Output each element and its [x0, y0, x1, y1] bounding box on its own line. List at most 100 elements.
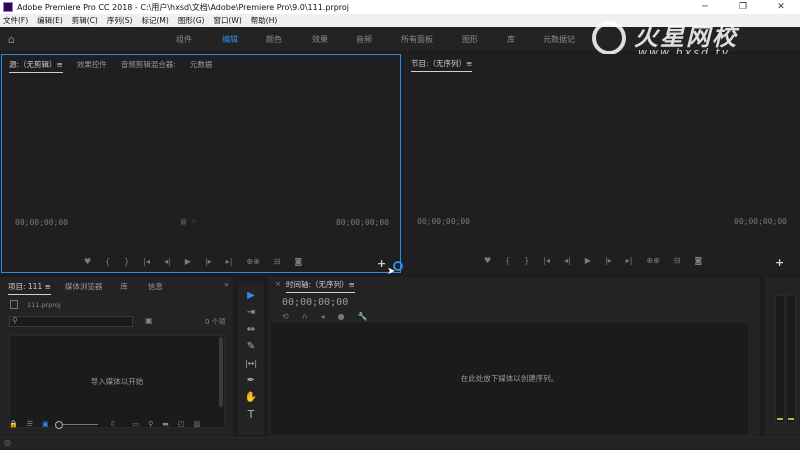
workspace-effects[interactable]: 效果: [312, 34, 328, 45]
search-icon: ⚲: [12, 316, 18, 325]
razor-tool-icon[interactable]: ✎: [243, 340, 259, 352]
pen-tool-icon[interactable]: ✒: [243, 374, 259, 386]
hand-tool-icon[interactable]: ✋: [243, 391, 259, 403]
panel-overflow-button[interactable]: »: [224, 280, 229, 289]
step-back-icon[interactable]: ◂|: [164, 257, 171, 266]
lift-icon[interactable]: ⊕⊕: [646, 256, 659, 265]
menu-graphics[interactable]: 图形(G): [178, 15, 205, 26]
tab-program[interactable]: 节目:（无序列）≡: [411, 58, 473, 72]
go-to-in-icon[interactable]: |◂: [543, 256, 550, 265]
tab-effect-controls[interactable]: 效果控件: [77, 59, 107, 70]
project-file-name: 111.prproj: [27, 301, 61, 309]
tab-media-browser[interactable]: 媒体浏览器: [65, 281, 103, 292]
workspace-graphics[interactable]: 图形: [462, 34, 478, 45]
selection-tool-icon[interactable]: ▶: [243, 289, 259, 301]
mark-out-icon[interactable]: }: [124, 257, 129, 266]
menu-help[interactable]: 帮助(H): [251, 15, 278, 26]
source-playhead-timecode[interactable]: 00;00;00;00: [15, 218, 68, 227]
tab-libraries[interactable]: 库: [120, 281, 128, 292]
sort-icon[interactable]: ⇳: [110, 420, 116, 428]
workspace-color[interactable]: 颜色: [266, 34, 282, 45]
overwrite-icon[interactable]: ⊟: [274, 257, 281, 266]
step-forward-icon[interactable]: |▸: [205, 257, 212, 266]
menu-file[interactable]: 文件(F): [3, 15, 28, 26]
add-marker-icon[interactable]: ♥: [484, 256, 491, 265]
new-bin-icon[interactable]: ▬: [162, 420, 169, 428]
workspace-audio[interactable]: 音频: [356, 34, 372, 45]
timeline-panel: × 时间轴:（无序列）≡ 00;00;00;00 ⟲ ∩ ◂ ● 🔧 在此处放下…: [268, 277, 760, 437]
extract-icon[interactable]: ⊟: [674, 256, 681, 265]
audio-meter-right: [786, 295, 796, 423]
automate-to-sequence-icon[interactable]: ▭: [133, 420, 140, 428]
slip-tool-icon[interactable]: |↔|: [243, 357, 259, 369]
menu-clip[interactable]: 剪辑(C): [72, 15, 98, 26]
zoom-slider[interactable]: [54, 420, 98, 429]
menu-edit[interactable]: 编辑(E): [37, 15, 63, 26]
audio-meter-left: [775, 295, 785, 423]
mark-out-icon[interactable]: }: [524, 256, 529, 265]
go-to-in-icon[interactable]: |◂: [143, 257, 150, 266]
close-button[interactable]: ✕: [762, 0, 800, 14]
play-icon[interactable]: ▶: [185, 257, 191, 266]
mark-in-icon[interactable]: {: [505, 256, 510, 265]
project-import-area[interactable]: 导入媒体以开始: [9, 335, 225, 428]
home-icon[interactable]: ⌂: [8, 33, 15, 46]
play-icon[interactable]: ▶: [585, 256, 591, 265]
project-item-count: 0 个项: [205, 318, 226, 326]
insert-icon[interactable]: ⊕⊕: [246, 257, 259, 266]
tab-project[interactable]: 项目: 111 ≡: [8, 281, 51, 295]
tab-metadata[interactable]: 元数据: [190, 59, 213, 70]
go-to-out-icon[interactable]: ▸|: [626, 256, 633, 265]
mark-in-icon[interactable]: {: [105, 257, 110, 266]
add-marker-icon[interactable]: ●: [338, 312, 345, 321]
status-bar: ◎: [0, 437, 800, 450]
clear-icon[interactable]: ▥: [194, 420, 201, 428]
project-search-input[interactable]: ⚲: [9, 316, 133, 327]
find-icon[interactable]: ⚲: [148, 420, 153, 428]
tab-source[interactable]: 源:（无剪辑）≡: [9, 59, 63, 73]
menu-sequence[interactable]: 序列(S): [107, 15, 133, 26]
tab-timeline[interactable]: 时间轴:（无序列）≡: [286, 279, 355, 293]
timeline-drop-area[interactable]: 在此处放下媒体以创建序列。: [271, 323, 748, 434]
source-monitor-panel: 源:（无剪辑）≡ 效果控件 音频剪辑混合器: 元数据 00;00;00;00 ▤…: [1, 54, 403, 277]
wrench-icon[interactable]: 🔧: [358, 312, 368, 321]
workspace-editing[interactable]: 编辑: [222, 34, 238, 45]
workspace-all-panels[interactable]: 所有面板: [401, 34, 433, 45]
workspace-assembly[interactable]: 组件: [176, 34, 192, 45]
source-transport-controls: ♥ { } |◂ ◂| ▶ |▸ ▸| ⊕⊕ ⊟ ◙: [84, 257, 316, 266]
timeline-timecode[interactable]: 00;00;00;00: [282, 297, 348, 308]
source-add-button[interactable]: +: [377, 257, 386, 270]
project-scrollbar[interactable]: [219, 337, 223, 407]
workspace-libraries[interactable]: 库: [507, 34, 515, 45]
lock-icon[interactable]: 🔒: [9, 420, 18, 428]
step-forward-icon[interactable]: |▸: [605, 256, 612, 265]
list-view-icon[interactable]: ☰: [27, 420, 33, 428]
new-item-icon[interactable]: ◰: [178, 420, 185, 428]
status-icon: ◎: [4, 438, 11, 447]
export-frame-icon[interactable]: ◙: [295, 257, 303, 266]
source-settings-icon[interactable]: ▤ ⁘: [181, 217, 197, 226]
ripple-edit-tool-icon[interactable]: ⇔: [243, 323, 259, 335]
export-frame-icon[interactable]: ◙: [695, 256, 703, 265]
track-select-tool-icon[interactable]: ⇥: [243, 306, 259, 318]
snap-icon[interactable]: ∩: [302, 312, 308, 321]
icon-view-icon[interactable]: ▣: [42, 420, 49, 428]
menu-marker[interactable]: 标记(M): [141, 15, 168, 26]
add-marker-icon[interactable]: ♥: [84, 257, 91, 266]
step-back-icon[interactable]: ◂|: [564, 256, 571, 265]
minimize-button[interactable]: ─: [686, 0, 724, 14]
tab-audio-clip-mixer[interactable]: 音频剪辑混合器:: [121, 59, 176, 70]
tab-info[interactable]: 信息: [148, 281, 163, 292]
program-playhead-timecode[interactable]: 00;00;00;00: [417, 217, 470, 226]
menu-window[interactable]: 窗口(W): [213, 15, 241, 26]
linked-selection-icon[interactable]: ◂: [321, 312, 325, 321]
timeline-close-button[interactable]: ×: [275, 280, 281, 288]
maximize-button[interactable]: ❐: [724, 0, 762, 14]
workspace-metadata[interactable]: 元数据记: [543, 34, 575, 45]
go-to-out-icon[interactable]: ▸|: [226, 257, 233, 266]
new-search-bin-icon[interactable]: ▣: [145, 316, 153, 325]
program-duration-timecode: 00;00;00;00: [734, 217, 787, 226]
nest-icon[interactable]: ⟲: [282, 312, 289, 321]
program-add-button[interactable]: +: [775, 256, 784, 269]
type-tool-icon[interactable]: T: [243, 408, 259, 421]
